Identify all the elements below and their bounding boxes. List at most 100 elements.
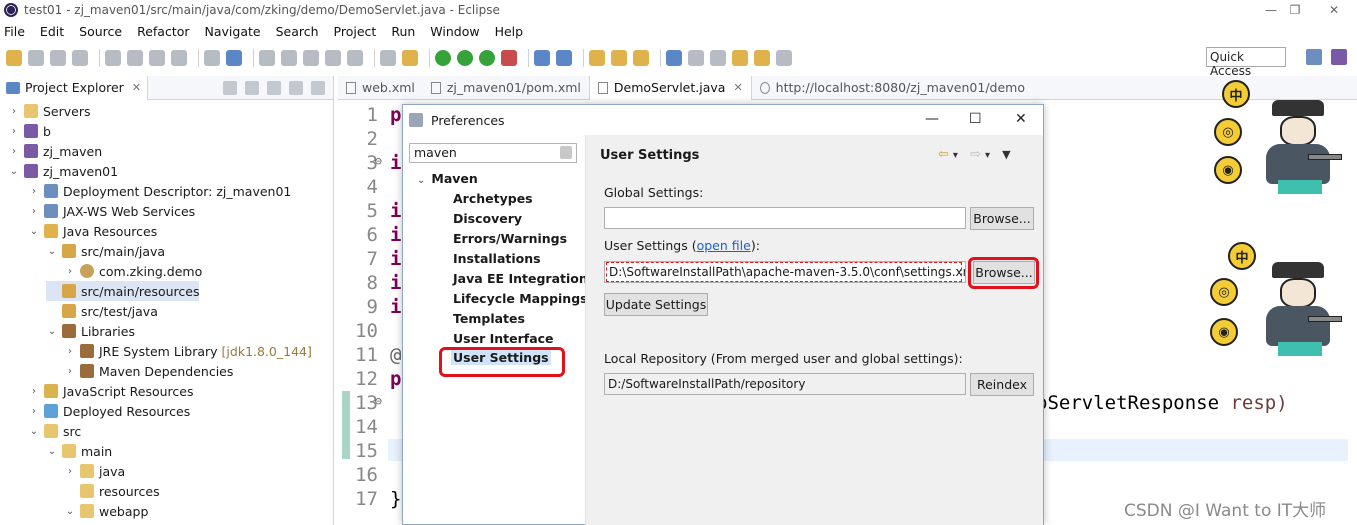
tree-item-src-main-java[interactable]: ⌄ src/main/java [46,241,165,261]
nav-user-interface[interactable]: User Interface [453,331,554,346]
open-task-icon[interactable] [611,50,627,66]
chevron-right-icon[interactable]: › [28,386,40,397]
drop-frame-icon[interactable] [347,50,363,66]
menu-icon[interactable]: ▼ [1002,148,1010,161]
tree-item-libraries[interactable]: ⌄ Libraries [46,321,135,341]
menu-source[interactable]: Source [79,24,122,39]
tree-item-jre-system-library[interactable]: › JRE System Library [jdk1.8.0_144] [64,341,312,361]
filter-input[interactable]: maven [409,143,577,163]
chevron-right-icon[interactable]: › [28,186,40,197]
maximize-button[interactable]: ☐ [969,111,982,127]
chevron-down-icon[interactable]: ⌄ [8,166,20,177]
tab-browser-localhost[interactable]: http://localhost:8080/zj_maven01/demo [752,76,1033,100]
tab-web-xml[interactable]: web.xml [338,76,423,100]
nav-discovery[interactable]: Discovery [453,211,522,226]
tree-item-main[interactable]: ⌄ main [46,441,112,461]
global-browse-button[interactable]: Browse... [970,207,1034,230]
chevron-right-icon[interactable]: › [64,346,76,357]
menu-help[interactable]: Help [495,24,524,39]
coverage-icon[interactable] [479,50,495,66]
global-settings-field[interactable] [604,207,966,229]
tab-demoservlet-java[interactable]: DemoServlet.java ✕ [588,75,752,100]
toggle-mark-icon[interactable] [127,50,143,66]
menu-run[interactable]: Run [391,24,415,39]
tree-item-deployment-descriptor-zj-maven01[interactable]: › Deployment Descriptor: zj_maven01 [28,181,291,201]
perspective-icon[interactable] [1306,49,1322,65]
chevron-down-icon[interactable]: ▾ [985,150,990,161]
nav-java-ee-integration[interactable]: Java EE Integration [453,271,588,286]
menu-refactor[interactable]: Refactor [137,24,189,39]
last-edit-icon[interactable] [732,50,748,66]
maximize-view-icon[interactable] [311,80,325,95]
next-annotation-icon[interactable] [688,50,704,66]
save-all-icon[interactable] [50,50,66,66]
tree-item-java[interactable]: › java [64,461,125,481]
chevron-down-icon[interactable]: ⌄ [46,326,58,337]
chevron-down-icon[interactable]: ⌄ [28,426,40,437]
chevron-right-icon[interactable]: › [28,206,40,217]
reindex-button[interactable]: Reindex [970,373,1034,396]
new-class-icon[interactable] [556,50,572,66]
print-icon[interactable] [72,50,88,66]
tree-item-src-test-java[interactable]: src/test/java [46,301,158,321]
close-button[interactable]: ✕ [1311,0,1357,20]
chevron-right-icon[interactable]: › [28,406,40,417]
tree-item-resources[interactable]: resources [64,481,160,501]
save-icon[interactable] [28,50,44,66]
menu-file[interactable]: File [4,24,25,39]
tree-item-webapp[interactable]: ⌄ webapp [64,501,149,521]
block-selection-icon[interactable] [149,50,165,66]
forward-icon[interactable] [776,50,792,66]
console-icon[interactable] [226,50,242,66]
tree-item-zj-maven01[interactable]: ⌄ zj_maven01 [8,161,118,181]
tree-item-com-zking-demo[interactable]: › com.zking.demo [64,261,202,281]
tab-pom-xml[interactable]: zj_maven01/pom.xml [423,76,589,100]
nav-templates[interactable]: Templates [453,311,525,326]
search-icon[interactable] [633,50,649,66]
chevron-down-icon[interactable]: ⌄ [46,246,58,257]
chevron-down-icon[interactable]: ⌄ [64,506,76,517]
tree-item-deployed-resources[interactable]: › Deployed Resources [28,401,190,421]
tree-item-src-main-resources[interactable]: src/main/resources [46,281,200,301]
fold-icon[interactable]: ⊖ [368,154,382,168]
link-editor-icon[interactable] [245,80,259,95]
new-icon[interactable] [6,50,22,66]
chevron-right-icon[interactable]: › [8,146,20,157]
chevron-right-icon[interactable]: › [8,126,20,137]
back-icon[interactable] [754,50,770,66]
tree-item-b[interactable]: › b [8,121,51,141]
close-icon[interactable]: ✕ [132,81,141,94]
nav-maven[interactable]: ⌄ Maven [417,171,478,186]
chevron-right-icon[interactable]: › [64,266,76,277]
nav-installations[interactable]: Installations [453,251,541,266]
tree-item-maven-dependencies[interactable]: › Maven Dependencies [64,361,233,381]
menu-window[interactable]: Window [430,24,479,39]
chevron-down-icon[interactable]: ⌄ [28,226,40,237]
prev-annotation-icon[interactable] [710,50,726,66]
tree-item-javascript-resources[interactable]: › JavaScript Resources [28,381,193,401]
nav-lifecycle-mappings[interactable]: Lifecycle Mappings [453,291,588,306]
chevron-down-icon[interactable]: ▾ [953,150,958,161]
fold-icon[interactable]: ⊖ [368,394,382,408]
chevron-down-icon[interactable]: ⌄ [46,446,58,457]
skip-breakpoints-icon[interactable] [259,50,275,66]
forward-icon[interactable]: ⇨ [970,147,981,162]
tab-project-explorer[interactable]: Project Explorer ✕ [0,75,149,100]
nav-archetypes[interactable]: Archetypes [453,191,533,206]
chevron-right-icon[interactable]: › [64,466,76,477]
close-button[interactable]: ✕ [1015,111,1027,127]
step-return-icon[interactable] [325,50,341,66]
annotation-icon[interactable] [402,50,418,66]
pin-icon[interactable] [105,50,121,66]
new-java-project-icon[interactable] [534,50,550,66]
nav-errors-warnings[interactable]: Errors/Warnings [453,231,567,246]
java-ee-perspective-icon[interactable] [1331,49,1347,65]
open-type-icon[interactable] [589,50,605,66]
close-icon[interactable]: ✕ [733,81,742,94]
chevron-right-icon[interactable]: › [8,106,20,117]
tree-item-src[interactable]: ⌄ src [28,421,81,441]
clear-filter-icon[interactable] [560,146,572,159]
chevron-right-icon[interactable]: › [64,366,76,377]
tree-item-zj-maven[interactable]: › zj_maven [8,141,102,161]
menu-edit[interactable]: Edit [40,24,64,39]
